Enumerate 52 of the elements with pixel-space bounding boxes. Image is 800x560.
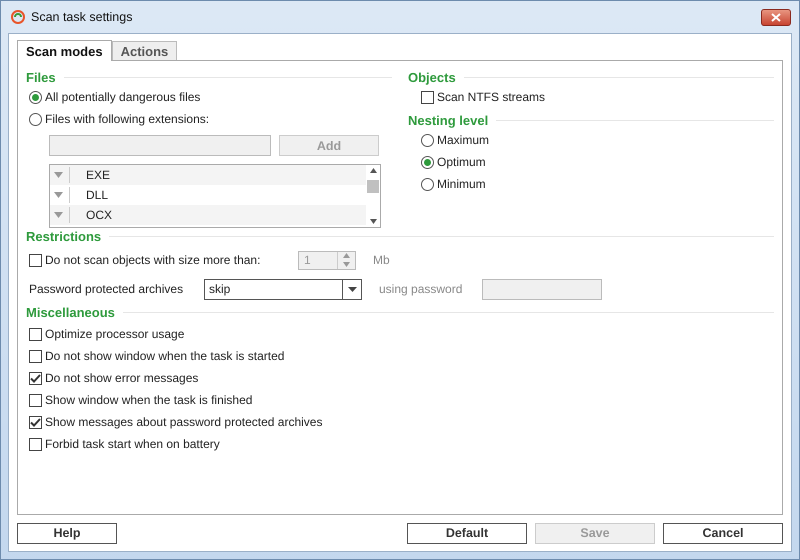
scroll-up-icon[interactable] <box>370 168 376 173</box>
option-label: Do not scan objects with size more than: <box>45 253 262 267</box>
caret-icon <box>54 172 63 178</box>
checkbox[interactable] <box>29 416 42 428</box>
option-label: All potentially dangerous files <box>45 90 200 104</box>
tab[interactable]: Actions <box>112 41 178 60</box>
option-label: Optimum <box>437 155 486 169</box>
unit-label: Mb <box>373 253 390 267</box>
field-label: using password <box>379 282 464 296</box>
caret-icon <box>54 212 63 218</box>
option-label: Files with following extensions: <box>45 112 210 126</box>
option-label: Do not show window when the task is started <box>45 349 284 363</box>
checkbox[interactable] <box>29 350 42 362</box>
option-label: Show messages about password protected archives <box>45 415 322 429</box>
radio-button[interactable] <box>29 112 42 126</box>
tab[interactable]: Scan modes <box>17 40 112 61</box>
close-button[interactable] <box>761 8 791 26</box>
section-heading: Nesting level <box>408 113 488 128</box>
dialog-button[interactable]: Default <box>407 522 527 544</box>
option-label: Forbid task start when on battery <box>45 437 220 451</box>
radio-button[interactable] <box>421 134 434 146</box>
dropdown-caret-icon <box>348 286 356 292</box>
checkbox[interactable] <box>421 90 434 104</box>
option-label: Maximum <box>437 133 490 147</box>
option-label: Show window when the task is finished <box>45 393 252 407</box>
checkbox[interactable] <box>29 372 42 384</box>
option-label: Do not show error messages <box>45 371 198 385</box>
field-label: Password protected archives <box>29 282 184 296</box>
list-item[interactable]: EXE <box>50 165 366 185</box>
option-label: Scan NTFS streams <box>437 90 546 104</box>
section-heading: Restrictions <box>26 229 102 244</box>
radio-button[interactable] <box>421 156 434 168</box>
checkbox[interactable] <box>29 394 42 406</box>
archives-dropdown[interactable]: skip <box>204 278 362 300</box>
scroll-down-icon[interactable] <box>370 219 376 224</box>
checkbox[interactable] <box>29 328 42 340</box>
window-title: Scan task settings <box>31 10 132 24</box>
dialog-button[interactable]: Help <box>17 522 117 544</box>
dialog-button[interactable]: Cancel <box>663 522 783 544</box>
list-item[interactable]: OCX <box>50 205 366 225</box>
option-label: Minimum <box>437 177 486 191</box>
section-heading: Objects <box>408 70 456 85</box>
close-icon <box>771 12 781 22</box>
radio-button[interactable] <box>421 178 434 190</box>
app-logo-icon <box>11 10 25 24</box>
caret-icon <box>54 192 63 198</box>
section-heading: Miscellaneous <box>26 305 115 320</box>
radio-button[interactable] <box>29 90 42 104</box>
section-heading: Files <box>26 70 56 85</box>
checkbox[interactable] <box>29 438 42 450</box>
option-label: Optimize processor usage <box>45 327 184 341</box>
list-item[interactable]: DLL <box>50 185 366 205</box>
